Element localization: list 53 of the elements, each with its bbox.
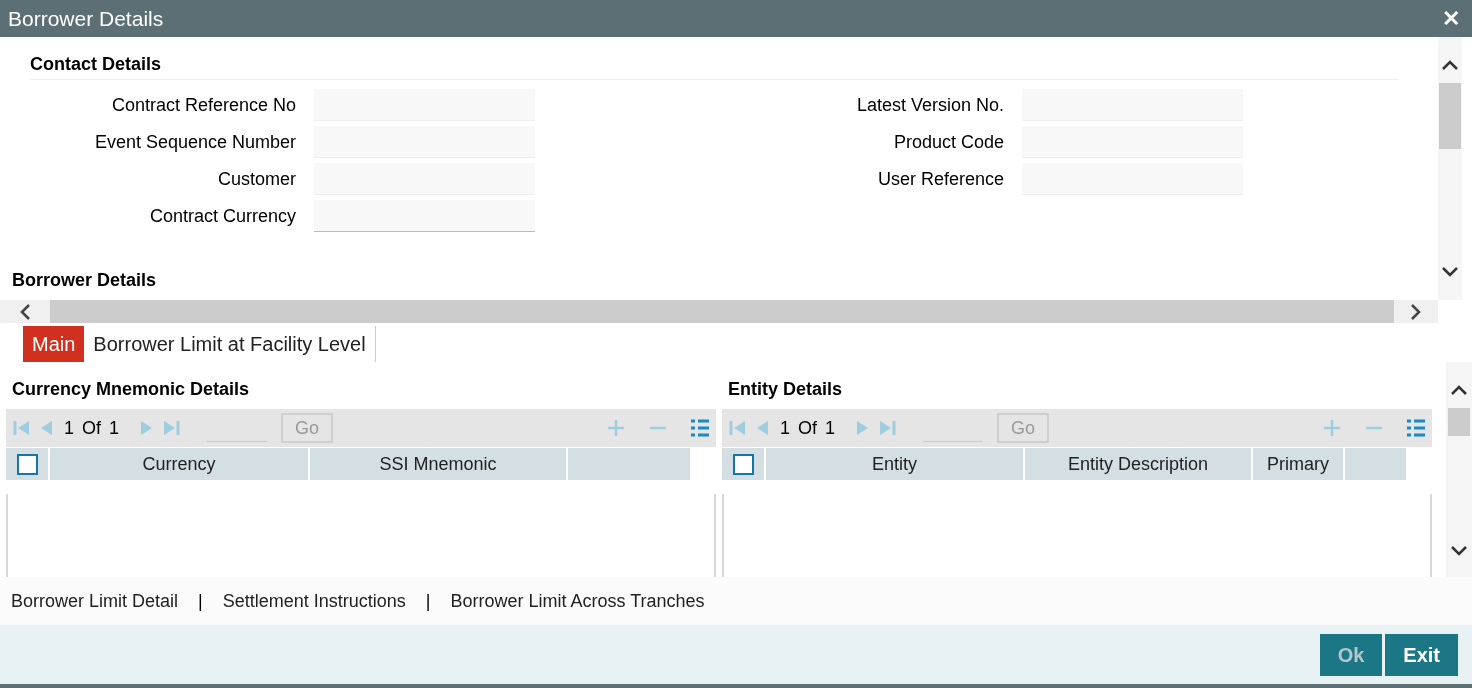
vertical-scrollbar[interactable] bbox=[1438, 37, 1462, 300]
select-all-checkbox[interactable] bbox=[732, 453, 754, 475]
column-header[interactable]: Entity bbox=[766, 448, 1023, 480]
field-label: Event Sequence Number bbox=[93, 130, 296, 154]
field-label: Customer bbox=[216, 167, 296, 191]
link-separator: | bbox=[198, 589, 203, 613]
first-page-icon[interactable] bbox=[728, 418, 748, 438]
column-header bbox=[1345, 448, 1406, 480]
column-header[interactable]: Primary bbox=[1253, 448, 1343, 480]
page-total: 1 bbox=[825, 416, 836, 440]
chevron-left-icon[interactable] bbox=[19, 302, 31, 321]
footer-link[interactable]: Settlement Instructions bbox=[222, 587, 406, 615]
window-title: Borrower Details bbox=[8, 5, 164, 32]
scrollbar-thumb[interactable] bbox=[1439, 83, 1461, 149]
last-page-icon[interactable] bbox=[877, 418, 898, 438]
grid-title: Entity Details bbox=[728, 378, 843, 401]
chevron-up-icon[interactable] bbox=[1450, 384, 1468, 396]
footer-link[interactable]: Borrower Limit Across Tranches bbox=[450, 587, 705, 615]
chevron-right-icon[interactable] bbox=[1410, 302, 1422, 321]
field-label: User Reference bbox=[876, 167, 1004, 191]
page-total: 1 bbox=[109, 416, 120, 440]
page-number: 1 bbox=[64, 416, 74, 440]
section-heading: Contact Details bbox=[30, 54, 162, 74]
input-field[interactable] bbox=[314, 200, 535, 232]
field-label: Latest Version No. bbox=[855, 93, 1004, 117]
column-header[interactable]: Currency bbox=[50, 448, 308, 480]
vertical-scrollbar[interactable] bbox=[1446, 362, 1472, 577]
list-icon[interactable] bbox=[690, 418, 710, 438]
list-icon[interactable] bbox=[1406, 418, 1426, 438]
section-heading: Borrower Details bbox=[12, 270, 157, 290]
first-page-icon[interactable] bbox=[12, 418, 32, 438]
field-label: Contract Currency bbox=[148, 204, 296, 228]
add-icon[interactable] bbox=[1322, 418, 1342, 438]
column-header[interactable]: SSI Mnemonic bbox=[310, 448, 566, 480]
chevron-up-icon[interactable] bbox=[1441, 59, 1459, 71]
tab[interactable]: Main bbox=[23, 326, 85, 362]
page-number: 1 bbox=[780, 416, 790, 440]
field-label: Product Code bbox=[892, 130, 1004, 154]
page-of-label: Of bbox=[798, 416, 818, 440]
select-all-checkbox[interactable] bbox=[16, 453, 38, 475]
close-button[interactable]: ✕ bbox=[1438, 7, 1464, 30]
field-label: Contract Reference No bbox=[110, 93, 296, 117]
footer-link[interactable]: Borrower Limit Detail bbox=[11, 587, 179, 615]
grid-title: Currency Mnemonic Details bbox=[12, 378, 250, 401]
page-of-label: Of bbox=[82, 416, 102, 440]
link-separator: | bbox=[425, 589, 431, 613]
scrollbar-thumb[interactable] bbox=[1448, 408, 1470, 436]
column-header[interactable]: Entity Description bbox=[1025, 448, 1251, 480]
dialog-button[interactable]: Exit bbox=[1385, 633, 1458, 676]
last-page-icon[interactable] bbox=[161, 418, 182, 438]
add-icon[interactable] bbox=[606, 418, 626, 438]
chevron-down-icon[interactable] bbox=[1450, 545, 1468, 557]
chevron-down-icon[interactable] bbox=[1441, 266, 1459, 278]
